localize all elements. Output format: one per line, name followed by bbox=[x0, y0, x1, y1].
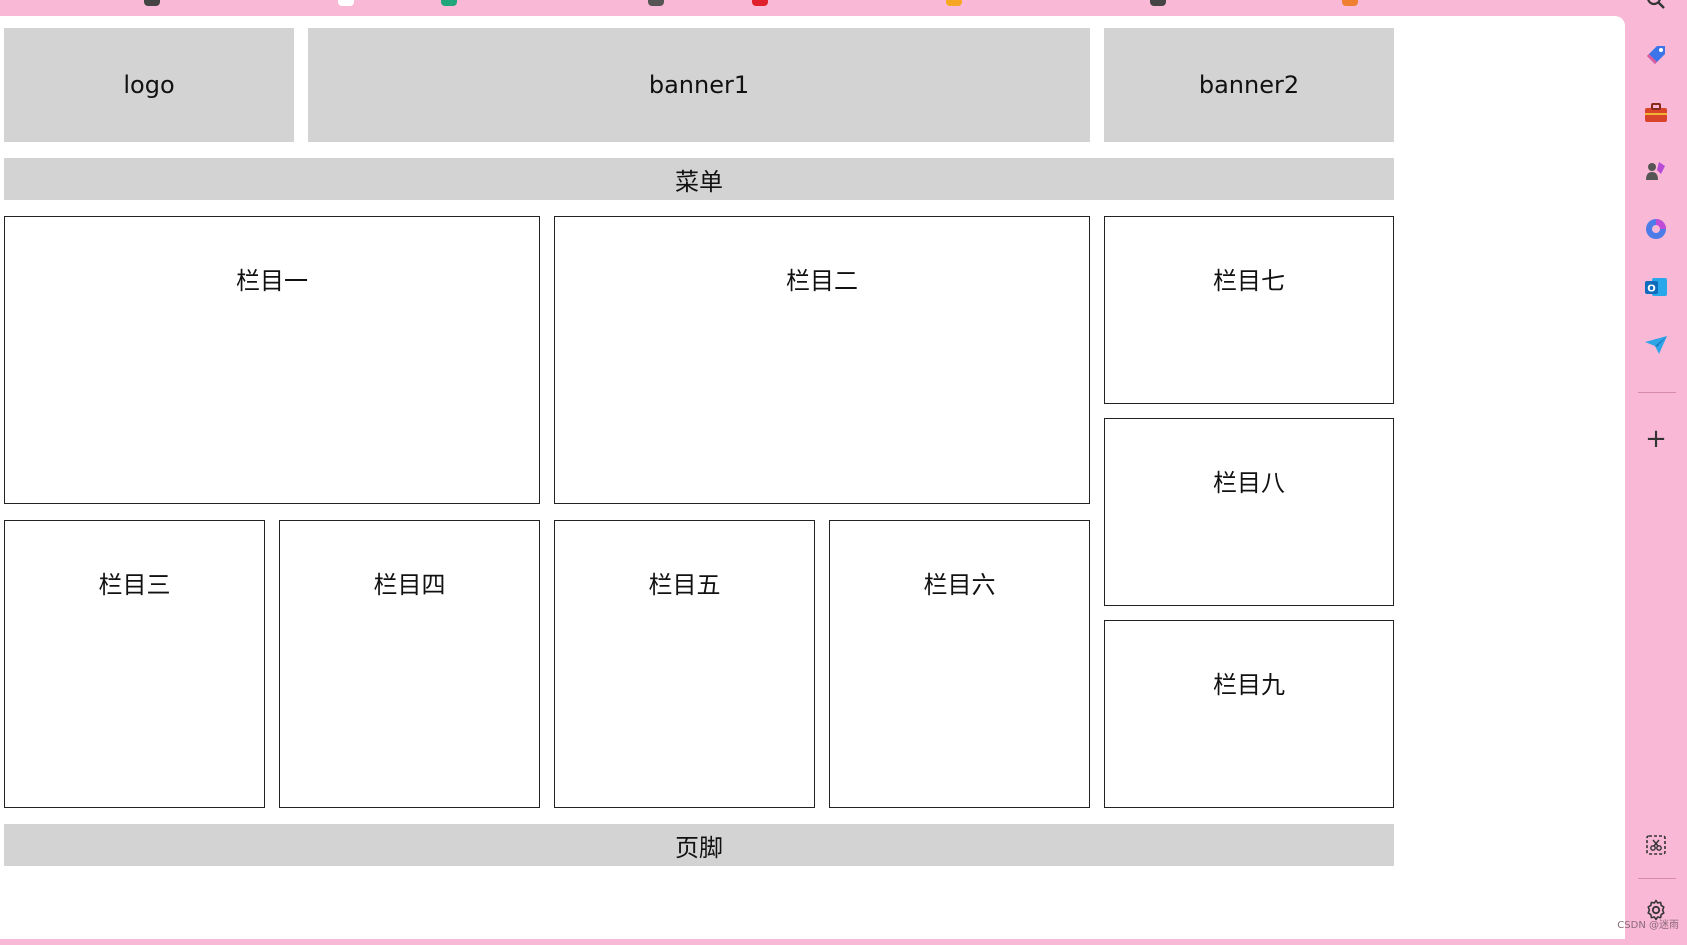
banner2-label: banner2 bbox=[1198, 71, 1300, 99]
column-4-title: 栏目四 bbox=[373, 571, 446, 599]
column-6: 栏目六 bbox=[829, 520, 1090, 808]
logo-label: logo bbox=[123, 71, 175, 99]
column-9-title: 栏目九 bbox=[1213, 671, 1285, 699]
sidebar-divider bbox=[1638, 878, 1676, 879]
menu-label: 菜单 bbox=[675, 167, 723, 196]
column-7: 栏目七 bbox=[1104, 216, 1394, 404]
column-1-title: 栏目一 bbox=[236, 267, 308, 295]
tab-icon[interactable] bbox=[441, 0, 457, 6]
column-5: 栏目五 bbox=[554, 520, 815, 808]
column-4: 栏目四 bbox=[279, 520, 540, 808]
tab-icon[interactable] bbox=[1150, 0, 1166, 6]
watermark: CSDN @迷雨 bbox=[1617, 920, 1679, 931]
column-9: 栏目九 bbox=[1104, 620, 1394, 808]
games-icon[interactable] bbox=[1642, 157, 1670, 185]
search-icon[interactable] bbox=[1642, 0, 1670, 14]
toolbox-icon[interactable] bbox=[1642, 99, 1670, 127]
column-3-title: 栏目三 bbox=[98, 571, 171, 599]
copilot-icon[interactable] bbox=[1642, 215, 1670, 243]
banner1-label: banner1 bbox=[648, 71, 750, 99]
add-icon[interactable]: + bbox=[1642, 424, 1670, 454]
logo-block: logo bbox=[4, 28, 294, 142]
banner1-block: banner1 bbox=[308, 28, 1090, 142]
outlook-icon[interactable]: O bbox=[1642, 273, 1670, 301]
add-symbol: + bbox=[1645, 424, 1667, 454]
svg-text:O: O bbox=[1647, 284, 1656, 295]
tag-icon[interactable] bbox=[1642, 41, 1670, 69]
tab-icon[interactable] bbox=[648, 0, 664, 6]
column-1: 栏目一 bbox=[4, 216, 540, 504]
page-viewport: logo banner1 banner2 菜单 栏目一 栏目二 栏目七 栏目八 … bbox=[0, 16, 1625, 939]
browser-top-strip bbox=[0, 0, 1625, 16]
column-8: 栏目八 bbox=[1104, 418, 1394, 606]
tab-icon[interactable] bbox=[144, 0, 160, 6]
tab-icon[interactable] bbox=[752, 0, 768, 6]
screenshot-icon[interactable] bbox=[1642, 831, 1670, 859]
column-6-title: 栏目六 bbox=[923, 571, 996, 599]
banner2-block: banner2 bbox=[1104, 28, 1394, 142]
column-2-title: 栏目二 bbox=[786, 267, 858, 295]
column-8-title: 栏目八 bbox=[1213, 469, 1285, 497]
menu-bar[interactable]: 菜单 bbox=[4, 158, 1394, 200]
tab-icon[interactable] bbox=[946, 0, 962, 6]
send-icon[interactable] bbox=[1642, 331, 1670, 359]
column-2: 栏目二 bbox=[554, 216, 1090, 504]
footer-bar: 页脚 bbox=[4, 824, 1394, 866]
tab-icon[interactable] bbox=[338, 0, 354, 6]
sidebar-divider bbox=[1638, 392, 1676, 393]
column-5-title: 栏目五 bbox=[648, 571, 721, 599]
footer-label: 页脚 bbox=[675, 833, 723, 862]
column-3: 栏目三 bbox=[4, 520, 265, 808]
column-7-title: 栏目七 bbox=[1213, 267, 1285, 295]
tab-icon[interactable] bbox=[1342, 0, 1358, 6]
browser-sidebar: O + bbox=[1625, 0, 1687, 945]
